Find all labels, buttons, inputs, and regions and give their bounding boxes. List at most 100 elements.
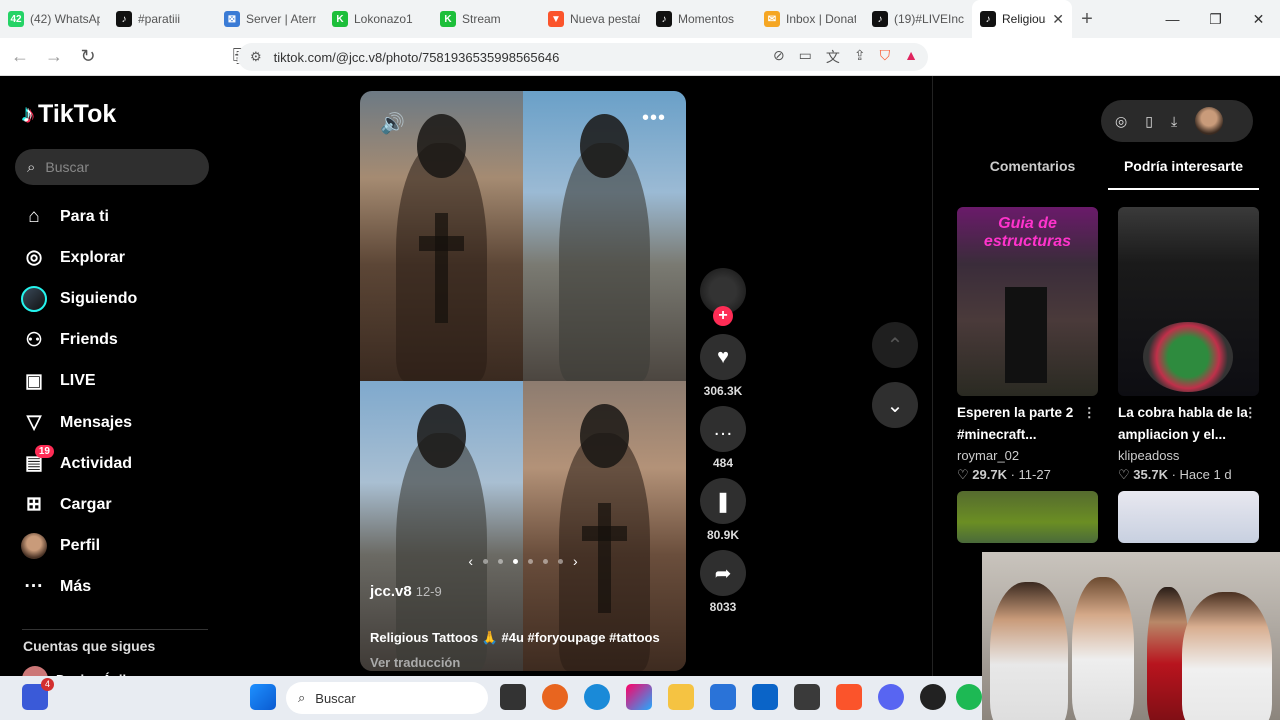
following-avatar: [18, 285, 50, 312]
kebab-icon[interactable]: ⋮: [1244, 402, 1258, 424]
sidebar-item-live[interactable]: ▣ LIVE: [18, 361, 137, 402]
sidebar-item-friends[interactable]: ⚇ Friends: [18, 320, 137, 361]
photo-post[interactable]: 🔊 ••• ‹ › jcc.v8 12-9 Religious Tattoos 🙏…: [360, 91, 686, 671]
share-action[interactable]: ➦ 8033: [700, 550, 746, 614]
kebab-icon[interactable]: ⋮: [1083, 402, 1097, 424]
carousel-dot-active[interactable]: [513, 558, 518, 564]
firefox-icon[interactable]: [542, 684, 568, 710]
carousel-dot[interactable]: [558, 558, 563, 564]
browser-tab[interactable]: K Stream: [432, 0, 540, 38]
user-avatar[interactable]: [1195, 107, 1224, 135]
translate-icon[interactable]: 文: [826, 47, 840, 67]
taskbar-search[interactable]: ⌕ Buscar: [286, 682, 488, 714]
store-icon[interactable]: [710, 684, 736, 710]
save-action[interactable]: ❚ 80.9K: [700, 478, 746, 542]
tiktok-logo[interactable]: ♪ TikTok: [22, 100, 116, 129]
browser-tab[interactable]: ♪ (19)#LIVEIncoming: [864, 0, 972, 38]
reload-icon[interactable]: ↻: [74, 46, 102, 67]
minimize-icon[interactable]: —: [1151, 0, 1194, 38]
spotify-icon[interactable]: [956, 684, 982, 710]
sidebar-item-cargar[interactable]: ⊞ Cargar: [18, 484, 137, 525]
search-input[interactable]: ⌕ Buscar: [15, 149, 209, 185]
browser-tab[interactable]: K Lokonazo1: [324, 0, 432, 38]
carousel-dots: ‹ ›: [360, 553, 686, 569]
browser-tab[interactable]: ♪ #paratiii: [108, 0, 216, 38]
video-thumbnail[interactable]: [957, 491, 1098, 543]
heart-icon[interactable]: ♥: [700, 334, 746, 380]
sidebar-item-explorar[interactable]: ◎ Explorar: [18, 237, 137, 278]
browser-tab[interactable]: ▼ Nueva pestaña: [540, 0, 648, 38]
browser-tab[interactable]: ⊠ Server | Aternos: [216, 0, 324, 38]
discord-icon[interactable]: [878, 684, 904, 710]
suggested-video-card[interactable]: Guia de estructuras Esperen la parte 2 #…: [957, 207, 1098, 483]
volume-icon[interactable]: 🔊: [380, 111, 405, 136]
carousel-dot[interactable]: [543, 558, 548, 564]
carousel-dot[interactable]: [498, 558, 503, 564]
carousel-dot[interactable]: [483, 558, 488, 564]
more-options-icon[interactable]: •••: [642, 107, 666, 130]
site-info-icon[interactable]: ⚙: [250, 49, 262, 65]
close-tab-icon[interactable]: ✕: [1052, 11, 1064, 28]
suggested-video-card[interactable]: La cobra habla de la ampliacion y el... ⋮…: [1118, 207, 1259, 483]
obs-icon[interactable]: [920, 684, 946, 710]
suggested-video-card[interactable]: [957, 491, 1098, 543]
url-field[interactable]: ⚙ tiktok.com/@jcc.v8/photo/7581936535998…: [238, 43, 928, 71]
notification-app-icon[interactable]: 4: [22, 678, 54, 710]
share-icon[interactable]: ⇪: [854, 47, 866, 67]
minecraft-icon[interactable]: [794, 684, 820, 710]
prev-photo-icon[interactable]: ‹: [468, 553, 473, 569]
video-thumbnail[interactable]: [1118, 207, 1259, 396]
brave-rewards-icon[interactable]: ▲: [904, 47, 918, 67]
bookmark-icon[interactable]: ❚: [700, 478, 746, 524]
previous-video-button[interactable]: ⌃: [872, 322, 918, 368]
browser-tab[interactable]: ♪ Religious ✕: [972, 0, 1072, 38]
sidebar-item-para-ti[interactable]: ⌂ Para ti: [18, 196, 137, 237]
outlook-icon[interactable]: [752, 684, 778, 710]
file-explorer-icon[interactable]: [668, 684, 694, 710]
copilot-icon[interactable]: [626, 684, 652, 710]
video-title[interactable]: Esperen la parte 2 #minecraft... ⋮: [957, 402, 1098, 446]
close-window-icon[interactable]: ✕: [1237, 0, 1280, 38]
creator-avatar[interactable]: +: [700, 268, 746, 326]
comment-action[interactable]: … 484: [700, 406, 746, 470]
post-author[interactable]: jcc.v8 12-9: [370, 583, 442, 600]
forward-icon[interactable]: →: [40, 46, 68, 67]
follow-plus-icon[interactable]: +: [713, 306, 733, 326]
no-cast-icon[interactable]: ⊘: [773, 47, 785, 67]
sidebar-item-mensajes[interactable]: ▽ Mensajes: [18, 402, 137, 443]
browser-tab[interactable]: 42 (42) WhatsApp: [0, 0, 108, 38]
back-icon[interactable]: ←: [6, 46, 34, 67]
carousel-dot[interactable]: [528, 558, 533, 564]
like-action[interactable]: ♥ 306.3K: [700, 334, 746, 398]
sidebar-item-perfil[interactable]: Perfil: [18, 526, 137, 567]
next-video-button[interactable]: ⌄: [872, 382, 918, 428]
comment-icon[interactable]: …: [700, 406, 746, 452]
edge-icon[interactable]: [584, 684, 610, 710]
browser-tab[interactable]: ♪ Momentos: [648, 0, 756, 38]
sidebar-item-siguiendo[interactable]: Siguiendo: [18, 278, 137, 319]
share-icon[interactable]: ➦: [700, 550, 746, 596]
next-photo-icon[interactable]: ›: [573, 553, 578, 569]
screen-icon[interactable]: ▭: [799, 47, 812, 67]
video-author[interactable]: roymar_02: [957, 448, 1098, 463]
translate-link[interactable]: Ver traducción: [370, 655, 460, 670]
brave-icon[interactable]: [836, 684, 862, 710]
task-view-icon[interactable]: [500, 684, 526, 710]
new-tab-button[interactable]: +: [1072, 8, 1102, 31]
compass-icon[interactable]: ◎: [1115, 113, 1127, 130]
brave-shield-icon[interactable]: ⛉: [880, 47, 891, 67]
video-thumbnail[interactable]: [1118, 491, 1259, 543]
windows-start-icon[interactable]: [250, 684, 276, 710]
video-author[interactable]: klipeadoss: [1118, 448, 1259, 463]
video-thumbnail[interactable]: Guia de estructuras: [957, 207, 1098, 396]
maximize-icon[interactable]: ❐: [1194, 0, 1237, 38]
sidebar-item-actividad[interactable]: ▤ 19 Actividad: [18, 443, 137, 484]
phone-icon[interactable]: ▯: [1145, 113, 1153, 130]
video-title[interactable]: La cobra habla de la ampliacion y el... ⋮: [1118, 402, 1259, 446]
browser-tab[interactable]: ✉ Inbox | Donations: [756, 0, 864, 38]
download-icon[interactable]: ⤓: [1171, 113, 1177, 130]
tab-comentarios[interactable]: Comentarios: [957, 158, 1108, 190]
tab-podria-interesarte[interactable]: Podría interesarte: [1108, 158, 1259, 190]
sidebar-item-más[interactable]: ··· Más: [18, 567, 137, 608]
suggested-video-card[interactable]: [1118, 491, 1259, 543]
